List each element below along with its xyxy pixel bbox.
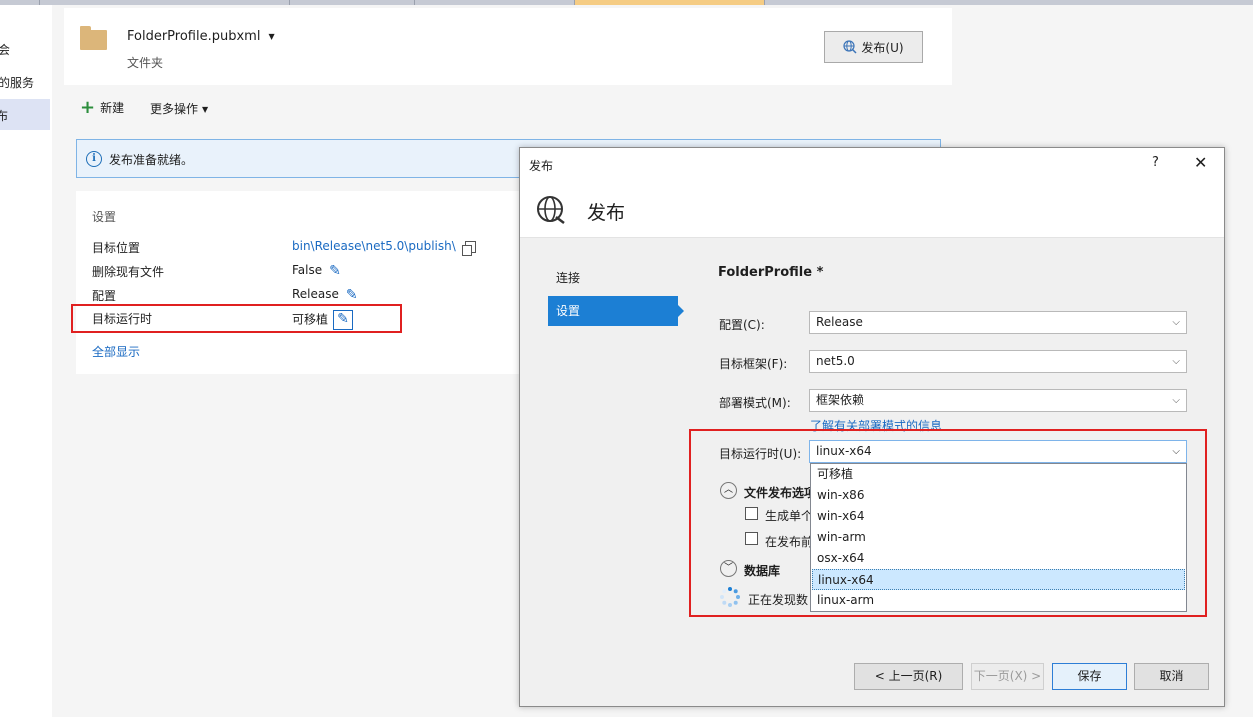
settings-row-label: 配置 bbox=[92, 289, 117, 303]
publish-button-label: 发布(U) bbox=[861, 40, 904, 55]
deploy-mode-value: 框架依赖 bbox=[816, 393, 865, 407]
framework-select-value: net5.0 bbox=[816, 354, 855, 368]
profile-name: FolderProfile.pubxml bbox=[127, 29, 261, 44]
chevron-down-icon: ⌵ bbox=[1172, 395, 1180, 406]
deploy-mode-label: 部署模式(M): bbox=[719, 396, 791, 410]
save-button[interactable]: 保存 bbox=[1052, 663, 1127, 690]
caret-down-icon: ▼ bbox=[202, 105, 209, 114]
target-location-value: bin\Release\net5.0\publish\ bbox=[292, 239, 456, 253]
previous-button[interactable]: < 上一页(R) bbox=[854, 663, 963, 690]
dialog-header-title: 发布 bbox=[587, 202, 626, 224]
dialog-title: 发布 bbox=[529, 159, 554, 173]
highlight-box bbox=[689, 429, 1207, 617]
left-nav-item[interactable]: 会 bbox=[0, 41, 10, 58]
tab-segment-active[interactable] bbox=[575, 0, 765, 5]
dialog-nav-settings[interactable]: 设置 bbox=[548, 296, 684, 326]
plus-icon: + bbox=[80, 96, 96, 118]
chevron-down-icon: ⌵ bbox=[1172, 356, 1180, 367]
left-nav-item-label: 布 bbox=[0, 109, 9, 123]
caret-down-icon: ▼ bbox=[268, 32, 275, 41]
framework-select[interactable]: net5.0 ⌵ bbox=[809, 350, 1187, 373]
copy-icon[interactable] bbox=[461, 240, 476, 256]
tab-segment[interactable] bbox=[415, 0, 575, 5]
info-message: 发布准备就绪。 bbox=[109, 153, 194, 167]
dialog-titlebar: 发布 ? ✕ bbox=[520, 148, 1224, 180]
next-button[interactable]: 下一页(X) > bbox=[971, 663, 1044, 690]
settings-title: 设置 bbox=[92, 210, 117, 224]
more-actions-button[interactable]: 更多操作 ▼ bbox=[150, 100, 208, 117]
dialog-nav-connect[interactable]: 连接 bbox=[548, 263, 678, 293]
configuration-value: Release bbox=[292, 287, 339, 301]
settings-row-value: False ✎ bbox=[292, 263, 341, 278]
chevron-down-icon: ⌵ bbox=[1172, 317, 1180, 328]
settings-row-label: 删除现有文件 bbox=[92, 265, 165, 279]
folder-icon bbox=[80, 26, 107, 50]
help-button[interactable]: ? bbox=[1152, 155, 1159, 170]
cancel-button[interactable]: 取消 bbox=[1134, 663, 1209, 690]
dialog-profile-title: FolderProfile * bbox=[718, 265, 824, 280]
more-actions-label: 更多操作 bbox=[150, 102, 199, 116]
dialog-header: 发布 bbox=[520, 180, 1224, 238]
new-button[interactable]: + 新建 bbox=[80, 96, 125, 118]
info-icon: i bbox=[86, 151, 102, 167]
highlight-box bbox=[71, 304, 402, 333]
left-nav-item[interactable]: 的服务 bbox=[0, 74, 34, 91]
show-all-link[interactable]: 全部显示 bbox=[92, 343, 140, 360]
framework-label: 目标框架(F): bbox=[719, 357, 788, 371]
publish-dialog: 发布 ? ✕ 发布 连接 设置 FolderProfile * 配置(C): R… bbox=[519, 147, 1225, 707]
settings-row-label: 目标位置 bbox=[92, 241, 141, 255]
publish-profile-card: FolderProfile.pubxml ▼ 文件夹 发布(U) bbox=[64, 8, 952, 85]
settings-card: 设置 目标位置 bin\Release\net5.0\publish\ 删除现有… bbox=[76, 191, 521, 374]
settings-row: 目标位置 bin\Release\net5.0\publish\ bbox=[92, 237, 512, 257]
settings-row-value: Release ✎ bbox=[292, 287, 358, 302]
pencil-icon[interactable]: ✎ bbox=[346, 288, 358, 302]
settings-row: 删除现有文件 False ✎ bbox=[92, 261, 512, 281]
close-button[interactable]: ✕ bbox=[1194, 153, 1207, 172]
publish-globe-icon bbox=[843, 40, 857, 54]
profile-subtitle: 文件夹 bbox=[127, 56, 164, 70]
config-label: 配置(C): bbox=[719, 318, 765, 332]
delete-files-value: False bbox=[292, 263, 323, 277]
config-select[interactable]: Release ⌵ bbox=[809, 311, 1187, 334]
publish-button[interactable]: 发布(U) bbox=[824, 31, 923, 63]
profile-selector[interactable]: FolderProfile.pubxml ▼ bbox=[127, 29, 275, 44]
left-nav-panel: 会 的服务 布 bbox=[0, 5, 52, 717]
target-location-link[interactable]: bin\Release\net5.0\publish\ bbox=[292, 239, 476, 256]
config-select-value: Release bbox=[816, 315, 863, 329]
pencil-icon[interactable]: ✎ bbox=[329, 264, 341, 278]
tab-segment[interactable] bbox=[40, 0, 290, 5]
deploy-mode-select[interactable]: 框架依赖 ⌵ bbox=[809, 389, 1187, 412]
globe-icon bbox=[537, 196, 565, 224]
new-button-label: 新建 bbox=[100, 101, 125, 115]
left-nav-item-selected[interactable]: 布 bbox=[0, 99, 50, 130]
top-tab-strip bbox=[0, 0, 1253, 5]
tab-segment[interactable] bbox=[290, 0, 415, 5]
settings-row: 配置 Release ✎ bbox=[92, 285, 512, 305]
